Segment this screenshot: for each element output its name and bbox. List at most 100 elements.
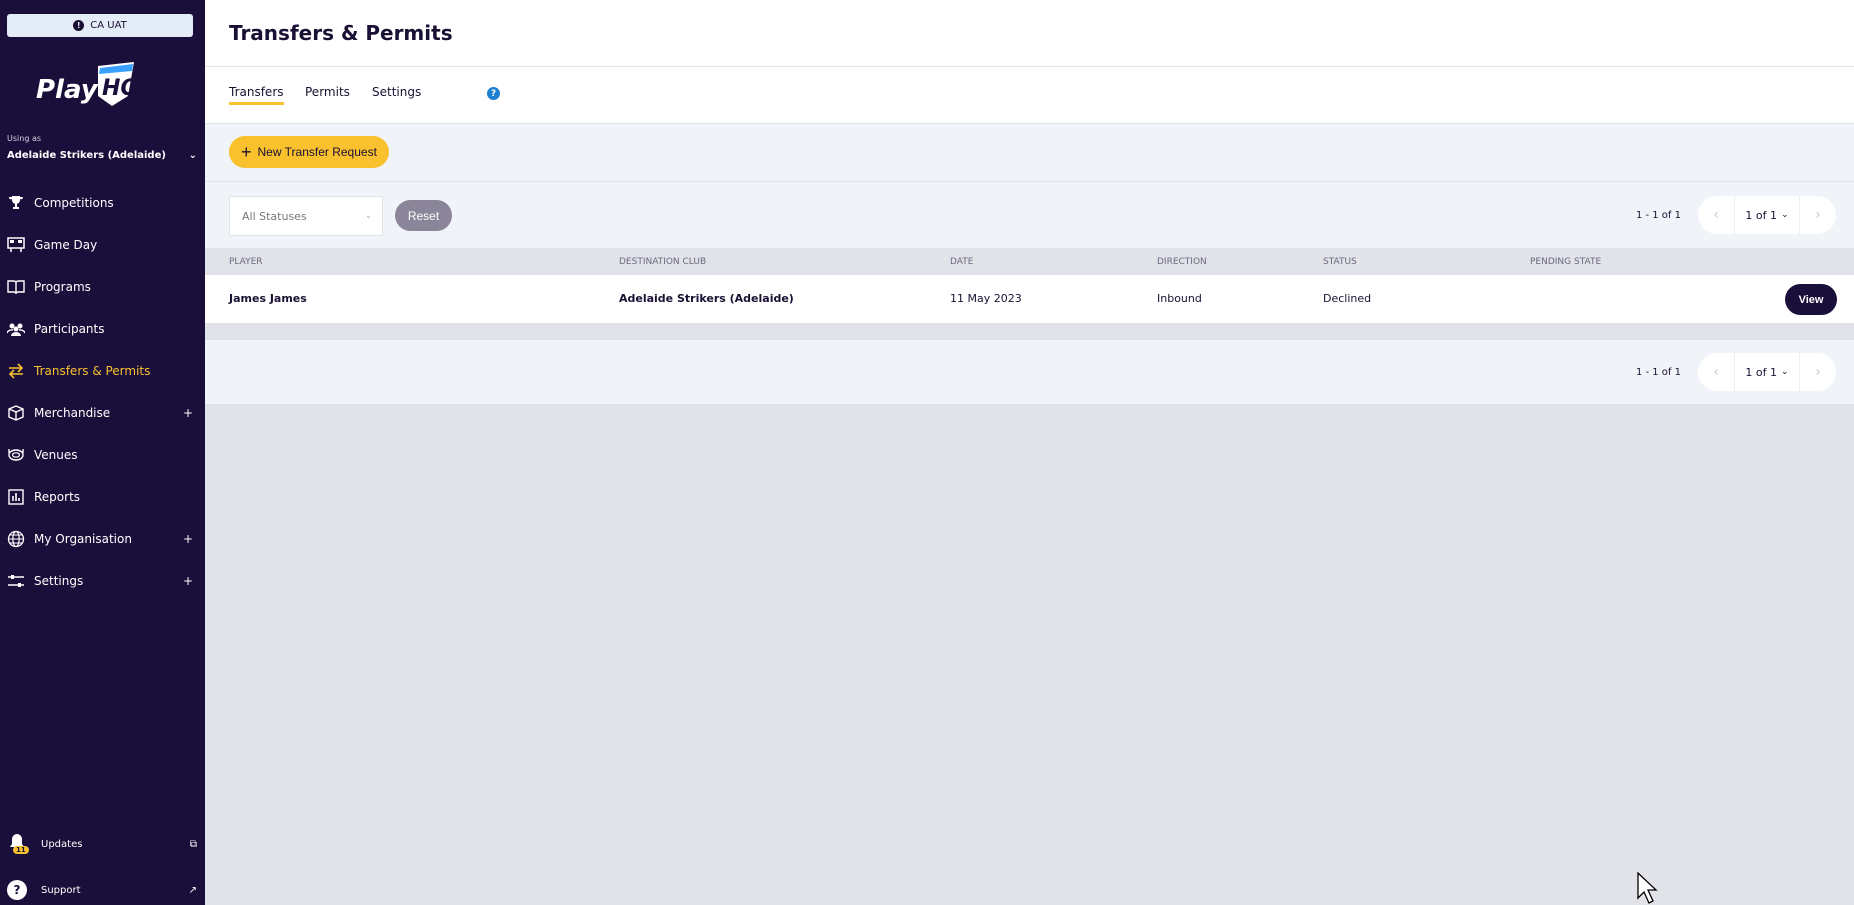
sidebar-item-venues[interactable]: Venues	[0, 434, 205, 476]
chevron-right-icon[interactable]: ›	[1800, 196, 1836, 234]
cell-status: Declined	[1323, 292, 1372, 305]
status-filter-value: All Statuses	[242, 209, 307, 223]
svg-text:HQ: HQ	[102, 76, 139, 101]
page-select-value: 1 of 1	[1745, 208, 1778, 222]
cell-date: 11 May 2023	[950, 292, 1022, 305]
filter-bar: All Statuses ⌄ Reset 1 - 1 of 1 ‹ 1 of 1…	[205, 182, 1854, 248]
sidebar-item-participants[interactable]: Participants	[0, 308, 205, 350]
chevron-left-icon[interactable]: ‹	[1698, 353, 1734, 391]
main-content: Transfers & Permits Transfers Permits Se…	[205, 0, 1854, 905]
page-select[interactable]: 1 of 1 ⌄	[1734, 196, 1800, 234]
column-header-player: Player	[229, 257, 263, 267]
column-header-status: Status	[1323, 257, 1357, 267]
column-header-destination-club: Destination Club	[619, 257, 707, 267]
tab-transfers[interactable]: Transfers	[229, 85, 284, 105]
sidebar-item-merchandise[interactable]: Merchandise +	[0, 392, 205, 434]
column-header-direction: Direction	[1157, 257, 1207, 267]
environment-badge: ! CA UAT	[7, 14, 193, 37]
sidebar-item-game-day[interactable]: Game Day	[0, 224, 205, 266]
organisation-switcher[interactable]: Adelaide Strikers (Adelaide) ⌄	[7, 150, 197, 161]
sidebar-item-competitions[interactable]: Competitions	[0, 182, 205, 224]
column-header-pending-state: Pending State	[1530, 257, 1602, 267]
sidebar-item-label: Transfers & Permits	[34, 364, 151, 378]
sidebar-item-label: Reports	[34, 490, 81, 504]
sidebar-item-label: Competitions	[34, 196, 114, 210]
tab-bar: Transfers Permits Settings ?	[205, 67, 1854, 124]
globe-icon	[7, 530, 25, 548]
chevron-down-icon: ⌄	[188, 150, 197, 161]
sidebar-item-programs[interactable]: Programs	[0, 266, 205, 308]
chevron-right-icon[interactable]: ›	[1800, 353, 1836, 391]
people-icon	[7, 320, 25, 338]
external-link-icon: ⧉	[189, 838, 197, 850]
cell-direction: Inbound	[1157, 292, 1202, 305]
sidebar-item-reports[interactable]: Reports	[0, 476, 205, 518]
cell-player: James James	[229, 292, 307, 305]
report-icon	[7, 488, 25, 506]
external-link-icon: ↗	[188, 884, 197, 896]
sidebar-item-label: Game Day	[34, 238, 98, 252]
environment-label: CA UAT	[90, 20, 127, 31]
sidebar: ! CA UAT Play HQ Using as Adelaide Strik…	[0, 0, 205, 905]
playhq-logo[interactable]: Play HQ	[36, 62, 148, 112]
page-select[interactable]: 1 of 1 ⌄	[1734, 353, 1800, 391]
sidebar-item-my-organisation[interactable]: My Organisation +	[0, 518, 205, 560]
sidebar-item-label: Merchandise	[34, 406, 111, 420]
stadium-icon	[7, 446, 25, 464]
tab-permits[interactable]: Permits	[305, 85, 350, 102]
pagination-bottom: 1 - 1 of 1 ‹ 1 of 1 ⌄ ›	[1636, 353, 1836, 391]
page-select-value: 1 of 1	[1745, 365, 1778, 379]
book-icon	[7, 278, 25, 296]
sliders-icon	[7, 572, 25, 590]
chevron-down-icon: ⌄	[1781, 210, 1789, 220]
result-count: 1 - 1 of 1	[1635, 209, 1681, 221]
sidebar-item-settings[interactable]: Settings +	[0, 560, 205, 602]
chevron-down-icon: ⌄	[1781, 367, 1789, 377]
mouse-cursor-icon	[1637, 872, 1658, 904]
new-transfer-request-button[interactable]: + New Transfer Request	[229, 136, 389, 168]
help-circle-icon: ?	[7, 880, 27, 900]
sidebar-item-label: Participants	[34, 322, 105, 336]
action-bar: + New Transfer Request	[205, 124, 1854, 182]
svg-text:Play: Play	[36, 75, 99, 105]
help-icon[interactable]: ?	[487, 87, 500, 100]
pager-control: ‹ 1 of 1 ⌄ ›	[1698, 353, 1836, 391]
bell-icon: 11	[7, 832, 33, 856]
status-filter-select[interactable]: All Statuses ⌄	[229, 196, 383, 236]
result-count: 1 - 1 of 1	[1635, 366, 1681, 378]
pagination-top: 1 - 1 of 1 ‹ 1 of 1 ⌄ ›	[1636, 196, 1836, 234]
reset-button[interactable]: Reset	[395, 200, 452, 231]
view-button[interactable]: View	[1785, 284, 1837, 315]
support-link[interactable]: ? Support ↗	[7, 878, 197, 902]
pager-control: ‹ 1 of 1 ⌄ ›	[1698, 196, 1836, 234]
expand-icon[interactable]: +	[183, 574, 193, 588]
pagination-footer: 1 - 1 of 1 ‹ 1 of 1 ⌄ ›	[205, 340, 1854, 404]
cell-destination-club: Adelaide Strikers (Adelaide)	[619, 292, 794, 305]
table-spacer	[205, 323, 1854, 340]
expand-icon[interactable]: +	[183, 406, 193, 420]
sidebar-nav: Competitions Game Day Programs Participa…	[0, 182, 205, 602]
trophy-icon	[7, 194, 25, 212]
updates-label: Updates	[41, 838, 83, 850]
organisation-name: Adelaide Strikers (Adelaide)	[7, 150, 166, 161]
sidebar-item-transfers-permits[interactable]: Transfers & Permits	[0, 350, 205, 392]
arrows-icon	[7, 362, 25, 380]
expand-icon[interactable]: +	[183, 532, 193, 546]
updates-link[interactable]: 11 Updates ⧉	[7, 832, 197, 856]
page-header: Transfers & Permits	[205, 0, 1854, 67]
tab-settings[interactable]: Settings	[372, 85, 421, 102]
sidebar-item-label: Settings	[34, 574, 84, 588]
new-transfer-request-label: New Transfer Request	[257, 145, 377, 159]
page-title: Transfers & Permits	[229, 21, 453, 45]
table-row: James James Adelaide Strikers (Adelaide)…	[205, 275, 1854, 323]
sidebar-item-label: Venues	[34, 448, 78, 462]
column-header-date: Date	[950, 257, 974, 267]
table-header: Player Destination Club Date Direction S…	[205, 248, 1854, 275]
support-label: Support	[41, 884, 81, 896]
using-as-label: Using as	[7, 134, 42, 143]
box-icon	[7, 404, 25, 422]
chevron-left-icon[interactable]: ‹	[1698, 196, 1734, 234]
info-icon: !	[73, 20, 85, 31]
chevron-down-icon: ⌄	[365, 211, 372, 220]
sidebar-item-label: Programs	[34, 280, 91, 294]
